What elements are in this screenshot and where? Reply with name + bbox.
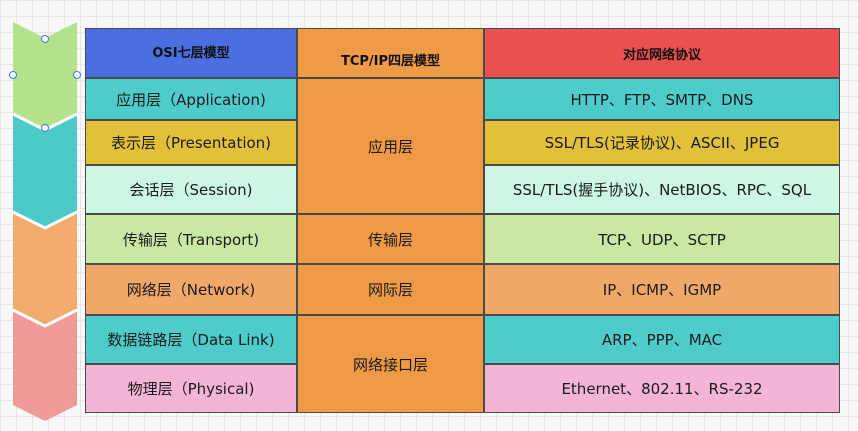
osi-layer-session: 会话层（Session) xyxy=(85,165,297,214)
osi-layer-physical: 物理层（Physical) xyxy=(85,364,297,413)
selection-handle-bottom[interactable] xyxy=(41,124,49,132)
osi-layer-network: 网络层（Network) xyxy=(85,264,297,315)
header-tcpip: TCP/IP四层模型 xyxy=(297,28,484,78)
tcpip-layer-transport: 传输层 xyxy=(297,214,484,264)
protocols-transport: TCP、UDP、SCTP xyxy=(484,214,840,264)
layer-chevron-arrows xyxy=(12,22,78,421)
selection-handle-left[interactable] xyxy=(9,71,17,79)
protocols-physical: Ethernet、802.11、RS-232 xyxy=(484,364,840,413)
protocols-application: HTTP、FTP、SMTP、DNS xyxy=(484,78,840,120)
osi-layer-transport: 传输层（Transport) xyxy=(85,214,297,264)
tcpip-layer-application: 应用层 xyxy=(297,78,484,214)
osi-layer-application: 应用层（Application) xyxy=(85,78,297,120)
tcpip-layer-network-interface: 网络接口层 xyxy=(297,315,484,413)
protocols-session: SSL/TLS(握手协议)、NetBIOS、RPC、SQL xyxy=(484,165,840,214)
selection-handle-top[interactable] xyxy=(41,35,49,43)
protocols-network: IP、ICMP、IGMP xyxy=(484,264,840,315)
osi-layer-datalink: 数据链路层（Data Link) xyxy=(85,315,297,364)
osi-layer-presentation: 表示层（Presentation) xyxy=(85,120,297,165)
selection-handle-right[interactable] xyxy=(73,71,81,79)
header-osi: OSI七层模型 xyxy=(85,28,297,78)
protocols-presentation: SSL/TLS(记录协议)、ASCII、JPEG xyxy=(484,120,840,165)
tcpip-layer-internet: 网际层 xyxy=(297,264,484,315)
protocols-datalink: ARP、PPP、MAC xyxy=(484,315,840,364)
header-protocols: 对应网络协议 xyxy=(484,28,840,78)
